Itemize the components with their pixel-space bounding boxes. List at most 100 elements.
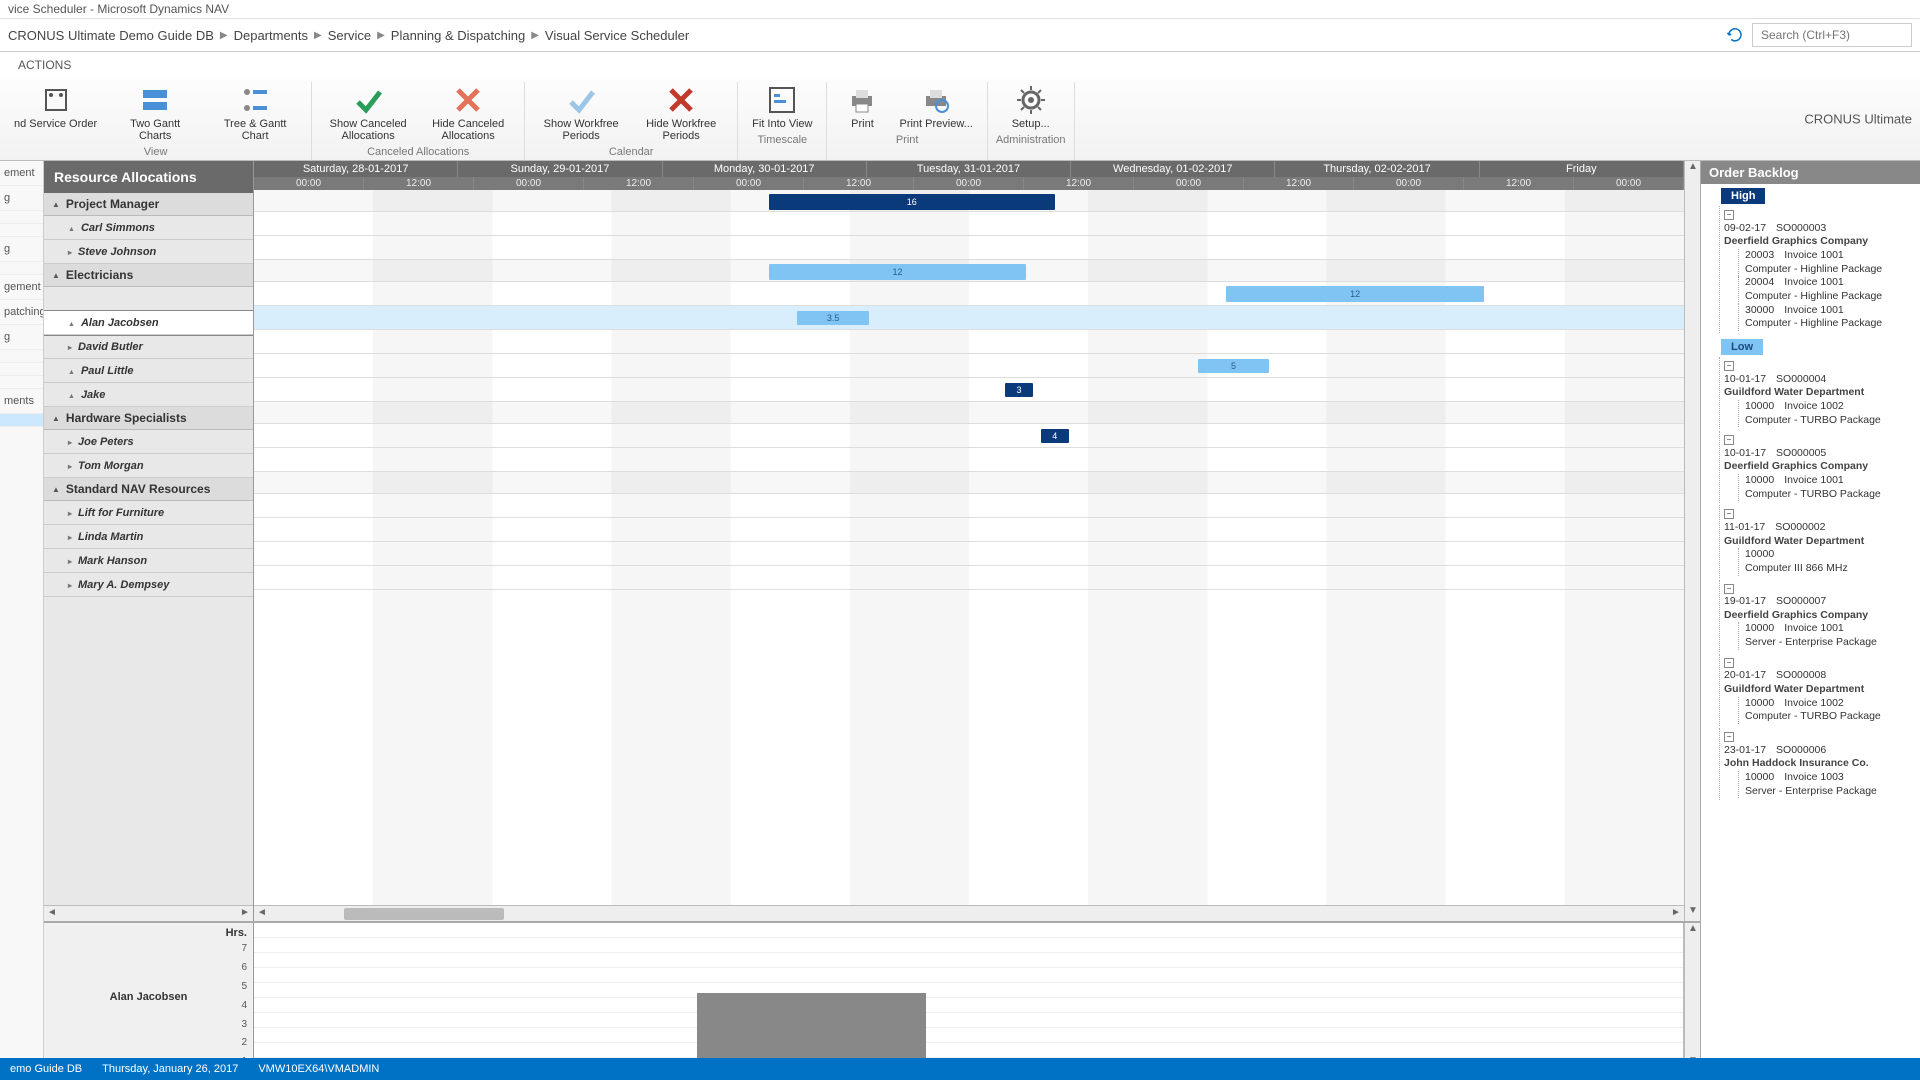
breadcrumb-item[interactable]: CRONUS Ultimate Demo Guide DB	[8, 28, 214, 43]
gantt-row[interactable]: 3	[254, 378, 1684, 402]
gantt-row[interactable]: 16	[254, 190, 1684, 212]
order-item[interactable]: 10000Invoice 1003Server - Enterprise Pac…	[1738, 771, 1916, 798]
resource-group[interactable]: Electricians	[44, 264, 253, 287]
setup-button[interactable]: Setup...	[1004, 82, 1058, 132]
resource-item[interactable]: Lift for Furniture	[44, 501, 253, 525]
search-input[interactable]	[1752, 23, 1912, 47]
resource-item[interactable]: Alan Jacobsen	[44, 311, 253, 335]
resource-item[interactable]: Paul Little	[44, 359, 253, 383]
allocation-bar[interactable]: 12	[1226, 286, 1483, 302]
show-canceled-button[interactable]: Show Canceled Allocations	[320, 82, 416, 144]
resource-group[interactable]: Project Manager	[44, 193, 253, 216]
hide-canceled-button[interactable]: Hide Canceled Allocations	[420, 82, 516, 144]
allocation-bar[interactable]: 3.5	[797, 311, 869, 325]
resource-item[interactable]: Linda Martin	[44, 525, 253, 549]
nd-service-order-button[interactable]: nd Service Order	[8, 82, 103, 144]
gantt-row[interactable]	[254, 236, 1684, 260]
tab-actions[interactable]: ACTIONS	[8, 54, 81, 76]
order-node[interactable]: −10-01-17SO000004Guildford Water Departm…	[1719, 357, 1920, 429]
tree-toggle-icon[interactable]: −	[1724, 361, 1734, 371]
resource-hscroll[interactable]: ◄ ►	[44, 905, 253, 921]
timeline-vscroll[interactable]: ▲ ▼	[1684, 161, 1700, 921]
gantt-row[interactable]: 12	[254, 260, 1684, 282]
gantt-row[interactable]	[254, 330, 1684, 354]
nav-item[interactable]	[0, 262, 43, 275]
nav-item[interactable]: patching	[0, 300, 43, 325]
breadcrumb-item[interactable]: Planning & Dispatching	[391, 28, 525, 43]
resource-item[interactable]: Mary A. Dempsey	[44, 573, 253, 597]
gantt-row[interactable]	[254, 566, 1684, 590]
resource-group[interactable]: Standard NAV Resources	[44, 478, 253, 501]
tree-toggle-icon[interactable]: −	[1724, 435, 1734, 445]
nav-item[interactable]: ement	[0, 161, 43, 186]
order-item[interactable]: 10000Invoice 1001Server - Enterprise Pac…	[1738, 622, 1916, 649]
resource-item[interactable]: Tom Morgan	[44, 454, 253, 478]
order-item[interactable]: 10000Invoice 1001Computer - TURBO Packag…	[1738, 474, 1916, 501]
hide-workfree-button[interactable]: Hide Workfree Periods	[633, 82, 729, 144]
nav-item[interactable]	[0, 376, 43, 389]
nav-item[interactable]: g	[0, 186, 43, 211]
order-item[interactable]: 10000Invoice 1002Computer - TURBO Packag…	[1738, 697, 1916, 724]
scroll-thumb[interactable]	[344, 908, 504, 920]
resource-item[interactable]: Steve Johnson	[44, 240, 253, 264]
breadcrumb-item[interactable]: Departments	[234, 28, 308, 43]
resource-item[interactable]: Carl Simmons	[44, 216, 253, 240]
nav-item[interactable]	[0, 211, 43, 224]
gantt-row[interactable]	[254, 542, 1684, 566]
allocation-bar[interactable]: 16	[769, 194, 1055, 210]
gantt-row[interactable]: 3.5	[254, 306, 1684, 330]
nav-item[interactable]	[0, 363, 43, 376]
gantt-row[interactable]	[254, 518, 1684, 542]
gantt-row[interactable]	[254, 212, 1684, 236]
tree-gantt-button[interactable]: Tree & Gantt Chart	[207, 82, 303, 144]
gantt-row[interactable]: 5	[254, 354, 1684, 378]
scroll-up-icon[interactable]: ▲	[1685, 161, 1700, 177]
scroll-left-icon[interactable]: ◄	[254, 906, 270, 921]
gantt-row[interactable]: 12	[254, 282, 1684, 306]
fit-view-button[interactable]: Fit Into View	[746, 82, 818, 132]
gantt-body[interactable]: 16 12 12 3.5 5 3 4	[254, 190, 1684, 905]
nav-item[interactable]	[0, 350, 43, 363]
order-node[interactable]: −20-01-17SO000008Guildford Water Departm…	[1719, 654, 1920, 726]
breadcrumb-item[interactable]: Visual Service Scheduler	[545, 28, 689, 43]
order-node[interactable]: −10-01-17SO000005Deerfield Graphics Comp…	[1719, 431, 1920, 503]
refresh-icon[interactable]	[1726, 26, 1744, 44]
gantt-row[interactable]	[254, 402, 1684, 424]
show-workfree-button[interactable]: Show Workfree Periods	[533, 82, 629, 144]
order-node[interactable]: −09-02-17SO000003Deerfield Graphics Comp…	[1719, 206, 1920, 333]
nav-item[interactable]: ments	[0, 389, 43, 414]
allocation-bar[interactable]: 5	[1198, 359, 1270, 373]
order-item[interactable]: 10000Computer III 866 MHz	[1738, 548, 1916, 575]
order-item[interactable]: 30000Invoice 1001Computer - Highline Pac…	[1738, 304, 1916, 331]
print-button[interactable]: Print	[835, 82, 889, 132]
order-node[interactable]: −19-01-17SO000007Deerfield Graphics Comp…	[1719, 580, 1920, 652]
breadcrumb-item[interactable]: Service	[328, 28, 371, 43]
resource-item[interactable]: Jake	[44, 383, 253, 407]
tree-toggle-icon[interactable]: −	[1724, 509, 1734, 519]
two-gantt-button[interactable]: Two Gantt Charts	[107, 82, 203, 144]
scroll-right-icon[interactable]: ►	[237, 906, 253, 921]
order-item[interactable]: 20003Invoice 1001Computer - Highline Pac…	[1738, 249, 1916, 276]
resource-item[interactable]: Joe Peters	[44, 430, 253, 454]
timeline-hscroll[interactable]: ◄ ►	[254, 905, 1684, 921]
gantt-row[interactable]	[254, 472, 1684, 494]
scroll-down-icon[interactable]: ▼	[1685, 905, 1700, 921]
nav-item[interactable]: g	[0, 237, 43, 262]
nav-item[interactable]	[0, 224, 43, 237]
gantt-row[interactable]	[254, 448, 1684, 472]
allocation-bar[interactable]: 3	[1005, 383, 1034, 397]
order-node[interactable]: −23-01-17SO000006John Haddock Insurance …	[1719, 728, 1920, 800]
tree-toggle-icon[interactable]: −	[1724, 658, 1734, 668]
order-node[interactable]: −11-01-17SO000002Guildford Water Departm…	[1719, 505, 1920, 577]
tree-toggle-icon[interactable]: −	[1724, 732, 1734, 742]
nav-item[interactable]: gement	[0, 275, 43, 300]
gantt-row[interactable]	[254, 494, 1684, 518]
gantt-row[interactable]: 4	[254, 424, 1684, 448]
histogram-vscroll[interactable]: ▲ ▼	[1684, 923, 1700, 1071]
priority-low[interactable]: Low	[1721, 339, 1763, 355]
scroll-up-icon[interactable]: ▲	[1685, 923, 1700, 939]
scroll-left-icon[interactable]: ◄	[44, 906, 60, 921]
order-item[interactable]: 10000Invoice 1002Computer - TURBO Packag…	[1738, 400, 1916, 427]
nav-item[interactable]	[0, 414, 43, 427]
allocation-bar[interactable]: 12	[769, 264, 1026, 280]
